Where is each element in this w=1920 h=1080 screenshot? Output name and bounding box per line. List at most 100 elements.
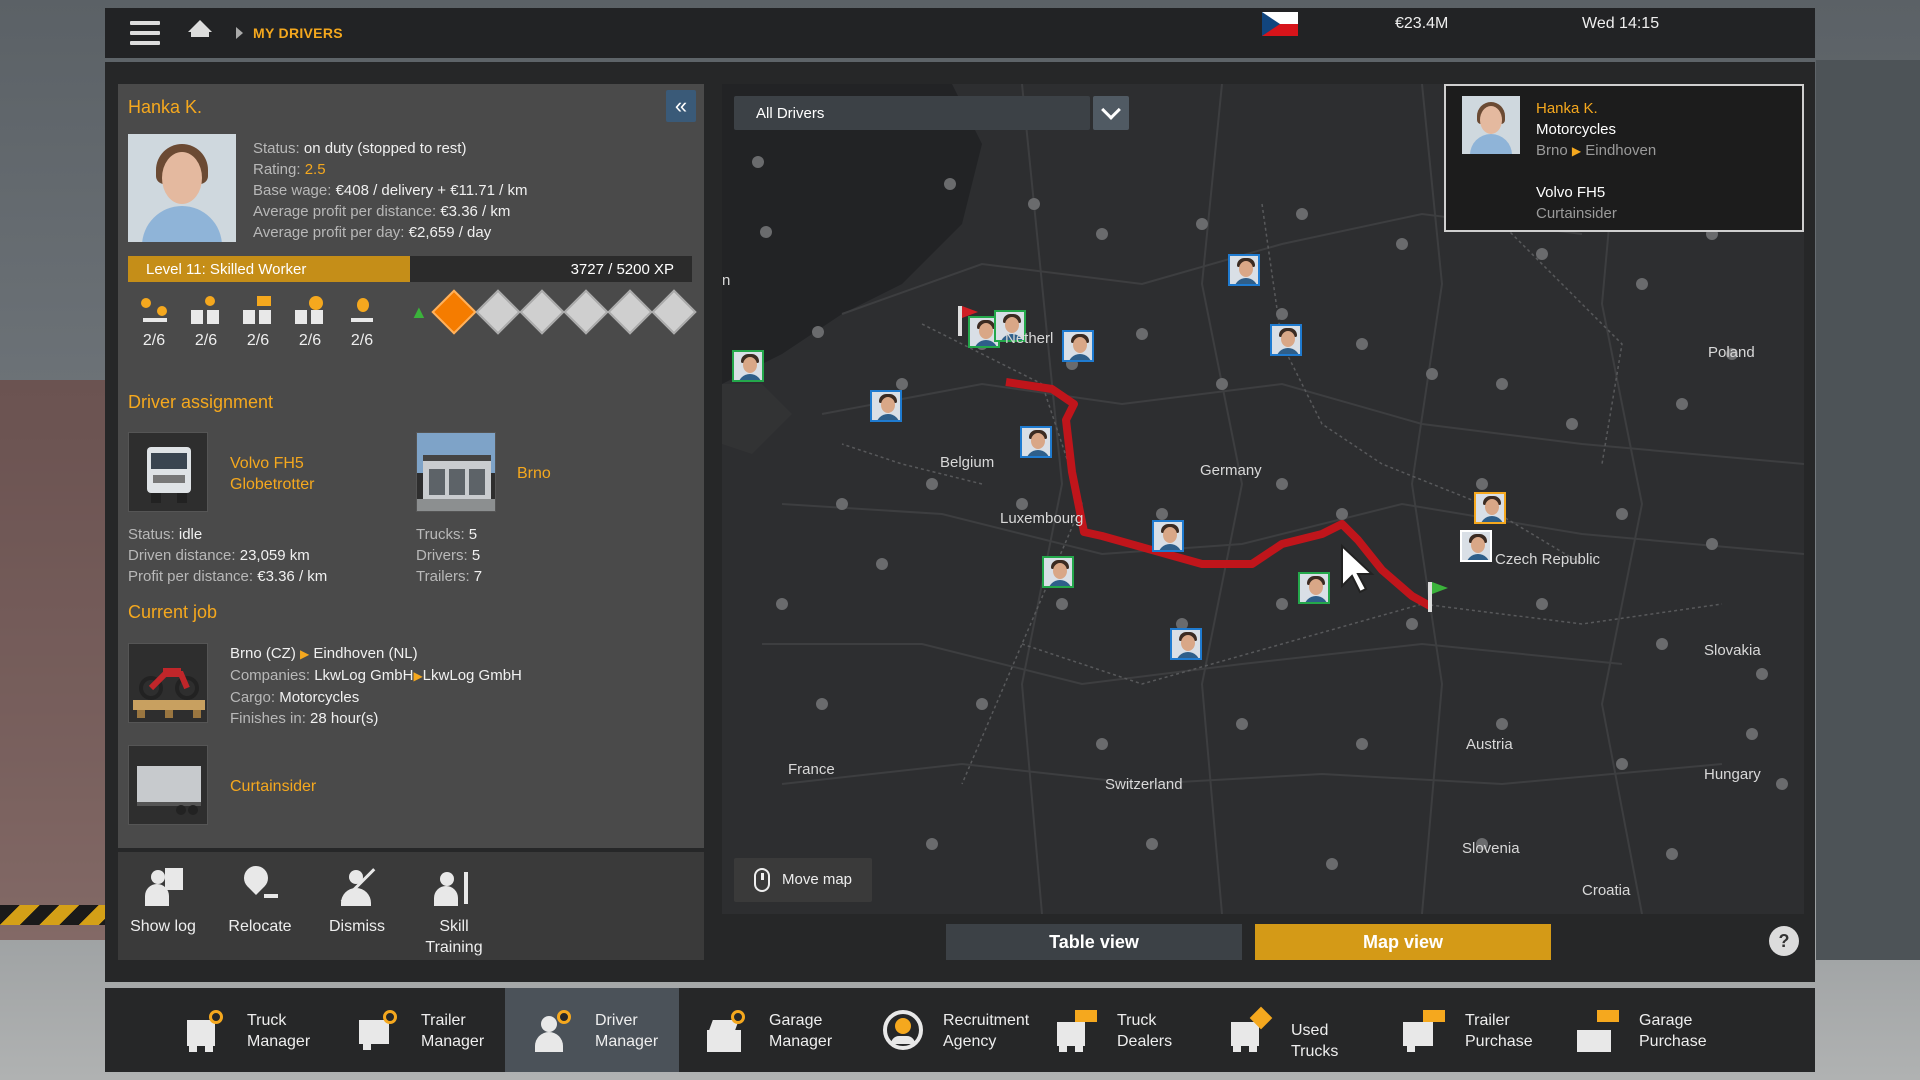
cargo-thumbnail: [128, 643, 208, 723]
adr-toxic-icon[interactable]: [607, 289, 653, 335]
map-view-button[interactable]: Map view: [1255, 924, 1551, 960]
country-label-netherlands: Netherl: [1005, 330, 1054, 347]
driver-filter-dropdown[interactable]: All Drivers: [734, 96, 1090, 130]
assigned-truck-name[interactable]: Volvo FH5 Globetrotter: [230, 453, 314, 495]
driver-pin[interactable]: [1042, 556, 1074, 588]
country-label-croatia: Croatia: [1582, 882, 1631, 899]
driver-pin[interactable]: [1152, 520, 1184, 552]
garage-thumbnail[interactable]: [416, 432, 496, 512]
info-card-trailer: Curtainsider: [1536, 205, 1617, 222]
nav-garage-purchase[interactable]: Garage Purchase: [1549, 988, 1723, 1072]
driver-pin[interactable]: [1062, 330, 1094, 362]
garage-building-icon: [417, 433, 495, 511]
home-icon[interactable]: [186, 20, 214, 46]
driver-pin[interactable]: [1474, 492, 1506, 524]
chevron-down-icon: [1101, 100, 1121, 120]
section-current-job: Current job: [128, 602, 218, 622]
level-label: Level 11: Skilled Worker: [146, 261, 307, 278]
info-card-cargo: Motorcycles: [1536, 121, 1617, 138]
truck-details: Status: idle Driven distance: 23,059 km …: [128, 526, 328, 585]
driver-pin[interactable]: [732, 350, 764, 382]
truck-icon: [147, 447, 191, 503]
skill-fragile-cargo[interactable]: 2/6: [232, 296, 284, 350]
driver-pin[interactable]: [1020, 426, 1052, 458]
relocate-pin-icon: [238, 861, 282, 908]
driver-info-card: Hanka K. Motorcycles Brno ▶ Eindhoven Vo…: [1444, 84, 1804, 232]
relocate-button[interactable]: Relocate: [215, 861, 305, 937]
background-hazard-stripe: [0, 905, 105, 925]
trailer-icon: [137, 766, 201, 815]
section-driver-assignment: Driver assignment: [128, 392, 274, 412]
skill-eco-driving[interactable]: 2/6: [336, 296, 388, 350]
truck-dealers-icon: [1055, 1008, 1099, 1052]
nav-truck-dealers[interactable]: Truck Dealers: [1027, 988, 1201, 1072]
skill-long-distance[interactable]: 2/6: [128, 296, 180, 350]
skill-high-value-cargo[interactable]: 2/6: [180, 296, 232, 350]
nav-recruitment-agency[interactable]: Recruitment Agency: [853, 988, 1029, 1072]
table-view-button[interactable]: Table view: [946, 924, 1242, 960]
nav-used-trucks[interactable]: Used Trucks: [1201, 988, 1375, 1072]
nav-trailer-manager[interactable]: Trailer Manager: [331, 988, 505, 1072]
mouse-icon: [754, 868, 770, 892]
info-card-route: Brno ▶ Eindhoven: [1536, 142, 1657, 159]
show-log-button[interactable]: Show log: [118, 864, 208, 937]
menu-icon[interactable]: [130, 21, 160, 45]
truck-thumbnail[interactable]: [128, 432, 208, 512]
adr-corrosive-icon[interactable]: [651, 289, 697, 335]
driver-pin[interactable]: [1298, 572, 1330, 604]
fragile-cargo-icon: [243, 296, 273, 326]
adr-solids-icon[interactable]: [563, 289, 609, 335]
adr-explosives-icon[interactable]: [431, 289, 477, 335]
nav-trailer-purchase[interactable]: Trailer Purchase: [1375, 988, 1549, 1072]
driver-pin-selected[interactable]: [1460, 530, 1492, 562]
collapse-panel-button[interactable]: «: [666, 90, 696, 122]
log-icon: [141, 864, 185, 908]
assigned-garage-name[interactable]: Brno: [517, 463, 551, 484]
xp-value: 3727 / 5200 XP: [570, 261, 674, 278]
fuel-drop-icon: [347, 296, 377, 326]
motorcycle-icon: [133, 668, 205, 718]
driver-pin[interactable]: [1270, 324, 1302, 356]
recruitment-agency-icon: [881, 1008, 925, 1052]
used-trucks-icon: [1229, 1006, 1273, 1052]
adr-classes: ▲: [410, 289, 697, 335]
country-label-switzerland: Switzerland: [1105, 776, 1183, 793]
help-button[interactable]: ?: [1769, 926, 1799, 956]
country-label-czech-republic: Czech Republic: [1495, 551, 1601, 568]
diamond-cargo-icon: [191, 296, 221, 326]
driver-pin[interactable]: [1228, 254, 1260, 286]
skill-list: 2/6 2/6 2/6 2/6 2/6: [128, 296, 388, 350]
breadcrumb[interactable]: MY DRIVERS: [253, 25, 343, 41]
garage-details: Trucks: 5 Drivers: 5 Trailers: 7: [416, 526, 483, 585]
driver-portrait: [128, 134, 236, 242]
nav-truck-manager[interactable]: Truck Manager: [157, 988, 331, 1072]
driver-pin[interactable]: [1170, 628, 1202, 660]
xp-progress-bar: Level 11: Skilled Worker 3727 / 5200 XP: [128, 256, 692, 282]
country-label-germany: Germany: [1200, 462, 1262, 479]
info-card-name: Hanka K.: [1536, 100, 1598, 117]
top-bar: MY DRIVERS: [105, 8, 1815, 58]
country-label-slovenia: Slovenia: [1462, 840, 1520, 857]
adr-flammable-icon[interactable]: [519, 289, 565, 335]
level-up-arrow-icon: ▲: [410, 301, 428, 322]
background-wall: [0, 380, 105, 940]
driver-pin[interactable]: [870, 390, 902, 422]
adr-gases-icon[interactable]: [475, 289, 521, 335]
skill-training-button[interactable]: Skill Training: [409, 864, 499, 958]
nav-driver-manager[interactable]: Driver Manager: [505, 988, 679, 1072]
dismiss-user-icon: [335, 864, 379, 908]
game-clock: Wed 14:15: [1582, 15, 1660, 32]
skill-just-in-time[interactable]: 2/6: [284, 296, 336, 350]
czech-flag-icon: [1262, 12, 1298, 36]
driver-manager-icon: [533, 1008, 577, 1052]
truck-manager-icon: [185, 1008, 229, 1052]
trailer-thumbnail: [128, 745, 208, 825]
clock-cargo-icon: [295, 296, 325, 326]
dropdown-toggle-button[interactable]: [1093, 96, 1129, 130]
trailer-purchase-icon: [1403, 1008, 1447, 1052]
country-label-austria: Austria: [1466, 736, 1513, 753]
driver-stats: Status: on duty (stopped to rest) Rating…: [253, 140, 528, 241]
dismiss-button[interactable]: Dismiss: [312, 864, 402, 937]
nav-garage-manager[interactable]: Garage Manager: [679, 988, 853, 1072]
skill-up-icon: [432, 864, 476, 908]
